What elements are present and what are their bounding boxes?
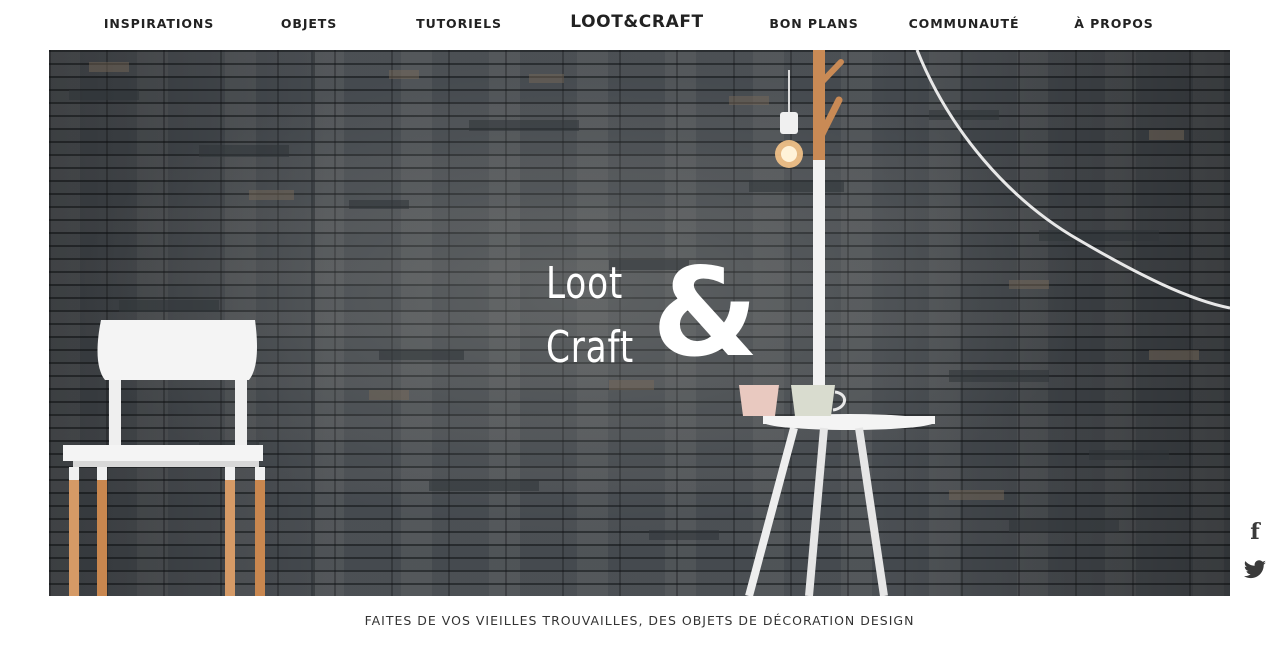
site-logo[interactable]: LOOT&CRAFT (570, 12, 703, 32)
facebook-icon[interactable]: f (1240, 519, 1270, 545)
nav-item-communaute[interactable]: COMMUNAUTÉ (909, 16, 1020, 31)
main-navigation: INSPIRATIONS OBJETS TUTORIELS LOOT&CRAFT… (0, 0, 1279, 48)
nav-item-tutoriels[interactable]: TUTORIELS (416, 16, 502, 31)
twitter-bird-glyph (1244, 560, 1266, 579)
hero-tagline: FAITES DE VOS VIEILLES TROUVAILLES, DES … (364, 613, 915, 628)
nav-item-inspirations[interactable]: INSPIRATIONS (104, 16, 214, 31)
twitter-icon[interactable] (1240, 560, 1270, 585)
nav-item-bon-plans[interactable]: BON PLANS (769, 16, 858, 31)
hero-title-craft: Craft (546, 322, 634, 373)
hero-title-loot: Loot (546, 258, 624, 309)
nav-item-a-propos[interactable]: À PROPOS (1074, 16, 1153, 31)
hero-logo-title: Loot Craft & (546, 252, 758, 378)
hero-banner: Loot Craft & (49, 50, 1230, 596)
nav-item-objets[interactable]: OBJETS (281, 16, 337, 31)
hero-title-ampersand: & (652, 242, 759, 384)
